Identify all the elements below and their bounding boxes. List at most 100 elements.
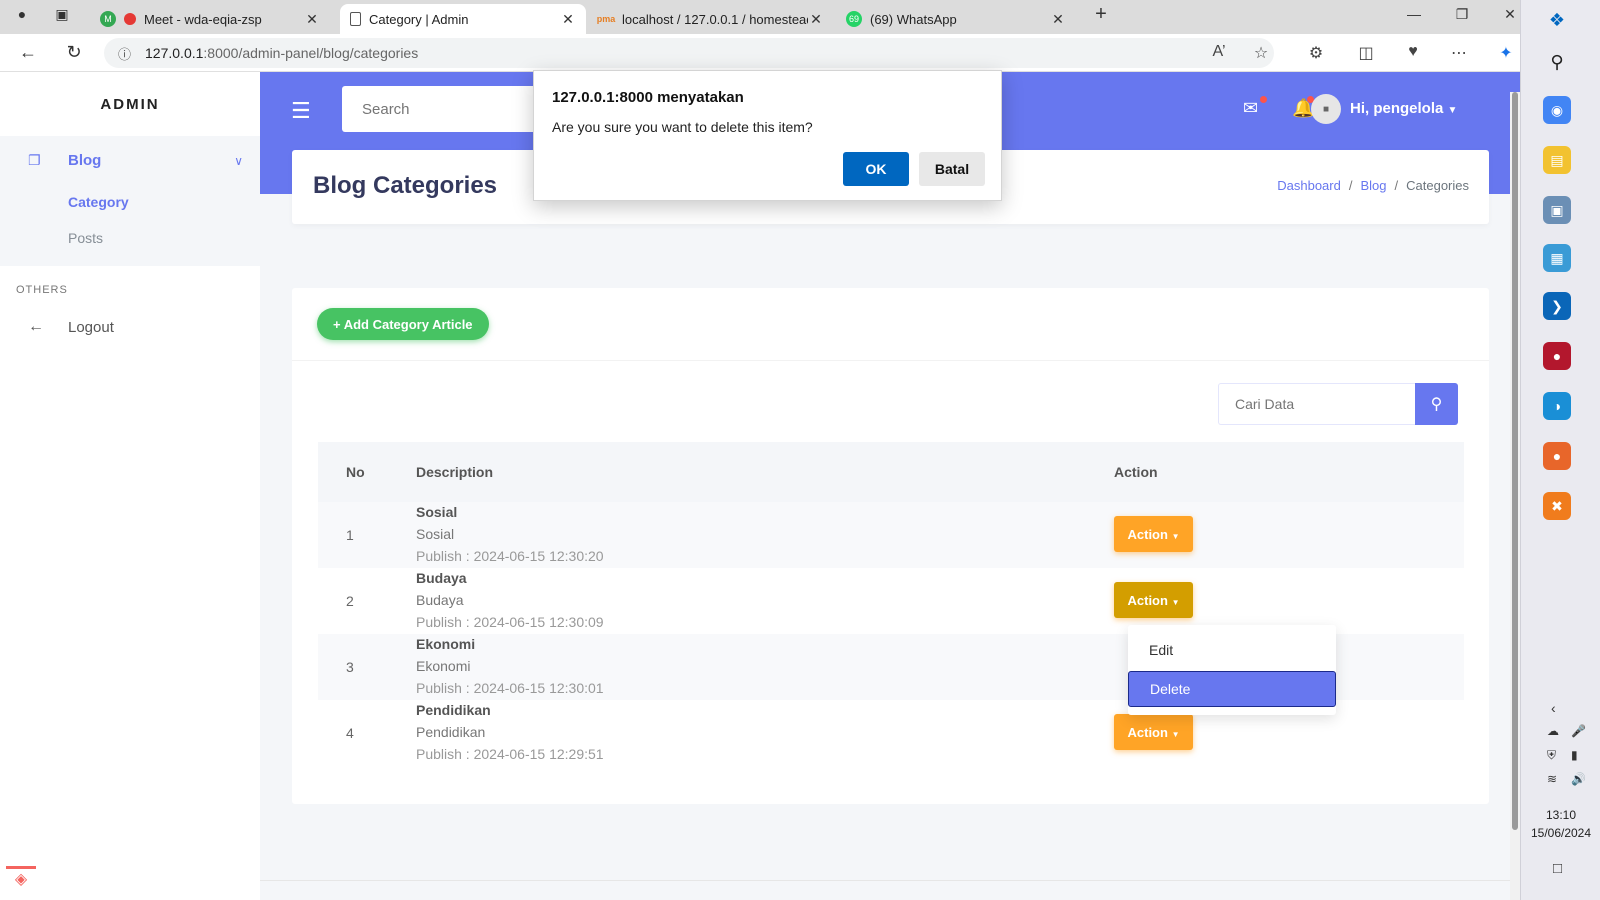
new-tab-icon[interactable]: +	[1089, 3, 1113, 26]
table-row: 1 Sosial Sosial Publish : 2024-06-15 12:…	[318, 502, 1464, 568]
url-path: :8000/admin-panel/blog/categories	[203, 45, 419, 61]
sidebar-item-blog[interactable]: ❐ Blog ∨	[28, 152, 243, 169]
search-input[interactable]	[342, 86, 542, 132]
microphone-icon[interactable]: 🎤	[1571, 724, 1586, 738]
volume-icon[interactable]: 🔊	[1571, 772, 1586, 786]
search-data-input[interactable]	[1218, 383, 1416, 425]
cloud-icon[interactable]: ☁	[1547, 724, 1559, 738]
profile-icon[interactable]: ●	[10, 6, 34, 22]
caret-down-icon: ▼	[1171, 597, 1180, 607]
row-date: Publish : 2024-06-15 12:30:20	[416, 548, 604, 564]
extensions-icon[interactable]: ⚙	[1304, 43, 1328, 63]
add-category-button[interactable]: + Add Category Article	[317, 308, 489, 340]
vscode-icon[interactable]: ❯	[1543, 292, 1571, 320]
table-header: No Description Action	[318, 442, 1464, 502]
sidebar: ADMIN ❐ Blog ∨ Category Posts OTHERS ← L…	[0, 72, 260, 900]
tab-whatsapp[interactable]: 69 (69) WhatsApp ✕	[836, 4, 1076, 34]
firefox-icon[interactable]: ●	[1543, 442, 1571, 470]
read-aloud-icon[interactable]: A’	[1207, 43, 1231, 61]
close-icon[interactable]: ✕	[808, 11, 824, 28]
breadcrumb-dashboard[interactable]: Dashboard	[1277, 178, 1341, 193]
search-icon[interactable]: ⚲	[1543, 48, 1571, 76]
shield-icon[interactable]: ⛨	[1547, 748, 1556, 763]
tab-category-admin[interactable]: Category | Admin ✕	[340, 4, 586, 34]
reload-icon[interactable]: ↻	[62, 42, 86, 63]
sidebar-item-label: Blog	[68, 152, 102, 169]
close-icon[interactable]: ✕	[1050, 11, 1066, 28]
url-field[interactable]: ⓘ 127.0.0.1:8000/admin-panel/blog/catego…	[104, 38, 1274, 68]
sidebar-item-category[interactable]: Category	[68, 194, 129, 210]
close-icon[interactable]: ✕	[304, 11, 320, 28]
mendeley-icon[interactable]: ●	[1543, 342, 1571, 370]
tab-phpmyadmin[interactable]: pma localhost / 127.0.0.1 / homestead ✕	[588, 4, 834, 34]
row-title: Pendidikan	[416, 702, 491, 718]
column-header-action: Action	[1114, 464, 1158, 480]
browser-essentials-icon[interactable]: ♥	[1401, 43, 1425, 61]
sidebar-item-label: Logout	[68, 318, 114, 336]
action-button[interactable]: Action ▼	[1114, 582, 1193, 618]
page-scrollbar[interactable]	[1510, 92, 1520, 900]
tab-label: Category | Admin	[369, 11, 469, 27]
notification-center-icon[interactable]: □	[1553, 860, 1562, 877]
tab-actions-icon[interactable]: ▣	[50, 6, 74, 23]
row-title: Ekonomi	[416, 636, 476, 652]
row-date: Publish : 2024-06-15 12:30:01	[416, 680, 604, 696]
action-label: Action	[1127, 592, 1168, 608]
tab-meet[interactable]: M Meet - wda-eqia-zsp ✕	[90, 4, 330, 34]
breadcrumb-blog[interactable]: Blog	[1360, 178, 1386, 193]
sidebar-group-blog: ❐ Blog ∨ Category Posts	[0, 136, 260, 266]
control-panel-icon[interactable]: ▦	[1543, 244, 1571, 272]
dialog-title: 127.0.0.1:8000 menyatakan	[552, 89, 744, 106]
caret-down-icon: ▼	[1171, 531, 1180, 541]
back-icon[interactable]: ←	[16, 42, 40, 63]
sidebar-brand: ADMIN	[100, 96, 160, 113]
favorite-star-icon[interactable]: ☆	[1249, 43, 1273, 63]
system-clock[interactable]: 13:10 15/06/2024	[1521, 806, 1600, 842]
more-menu-icon[interactable]: ⋯	[1447, 43, 1471, 63]
caret-down-icon: ▼	[1447, 105, 1458, 116]
row-number: 1	[346, 527, 354, 543]
info-icon: ⓘ	[118, 46, 132, 62]
avatar[interactable]: ■	[1311, 94, 1341, 124]
ok-button[interactable]: OK	[843, 152, 909, 186]
minimize-icon[interactable]: —	[1402, 6, 1426, 22]
sidebar-item-logout[interactable]: ← Logout	[28, 318, 114, 336]
laravel-icon[interactable]: ◈	[6, 866, 36, 896]
restore-icon[interactable]: ❐	[1450, 6, 1474, 23]
action-button[interactable]: Action ▼	[1114, 516, 1193, 552]
file-explorer-icon[interactable]: ▤	[1543, 146, 1571, 174]
chevron-down-icon: ∨	[234, 153, 243, 168]
row-title: Budaya	[416, 570, 467, 586]
user-menu[interactable]: Hi, pengelola ▼	[1350, 100, 1457, 117]
row-number: 3	[346, 659, 354, 675]
search-button[interactable]: ⚲	[1415, 383, 1458, 425]
cancel-button[interactable]: Batal	[919, 152, 985, 186]
action-button[interactable]: Action ▼	[1114, 714, 1193, 750]
xampp-icon[interactable]: ✖	[1543, 492, 1571, 520]
split-screen-icon[interactable]: ◫	[1354, 43, 1378, 63]
row-subtitle: Ekonomi	[416, 658, 471, 674]
envelope-icon[interactable]: ✉	[1243, 98, 1258, 119]
close-icon[interactable]: ✕	[560, 11, 576, 28]
address-bar: ← ↻ ⓘ 127.0.0.1:8000/admin-panel/blog/ca…	[0, 34, 1520, 72]
sidebar-item-posts[interactable]: Posts	[68, 230, 103, 246]
battery-icon[interactable]: ▮	[1571, 748, 1578, 762]
close-window-icon[interactable]: ✕	[1498, 6, 1522, 23]
meet-icon: M	[100, 11, 116, 27]
content-card: + Add Category Article ⚲ No Description …	[292, 288, 1489, 804]
breadcrumb-separator: /	[1348, 178, 1353, 193]
scrollbar-thumb[interactable]	[1512, 92, 1518, 830]
chevron-left-icon[interactable]: ‹	[1551, 700, 1556, 716]
wifi-icon[interactable]: ≋	[1547, 772, 1557, 786]
hamburger-menu-icon[interactable]: ☰	[291, 98, 311, 124]
edge-icon[interactable]: ◑	[1543, 392, 1571, 420]
windows-start-icon[interactable]: ❖	[1543, 6, 1571, 34]
chrome-icon[interactable]: ◉	[1543, 96, 1571, 124]
copilot-icon[interactable]: ✦	[1494, 43, 1518, 63]
dropdown-item-delete[interactable]: Delete	[1128, 671, 1336, 707]
dropdown-item-edit[interactable]: Edit	[1128, 633, 1336, 667]
windows-taskbar: ❖ ⚲ ◉ ▤ ▣ ▦ ❯ ● ◑ ● ✖ ‹ ☁ 🎤 ⛨ ▮ ≋ 🔊 13:1…	[1520, 0, 1600, 900]
tab-label: localhost / 127.0.0.1 / homestead	[622, 11, 808, 27]
computer-icon[interactable]: ▣	[1543, 196, 1571, 224]
row-subtitle: Budaya	[416, 592, 464, 608]
